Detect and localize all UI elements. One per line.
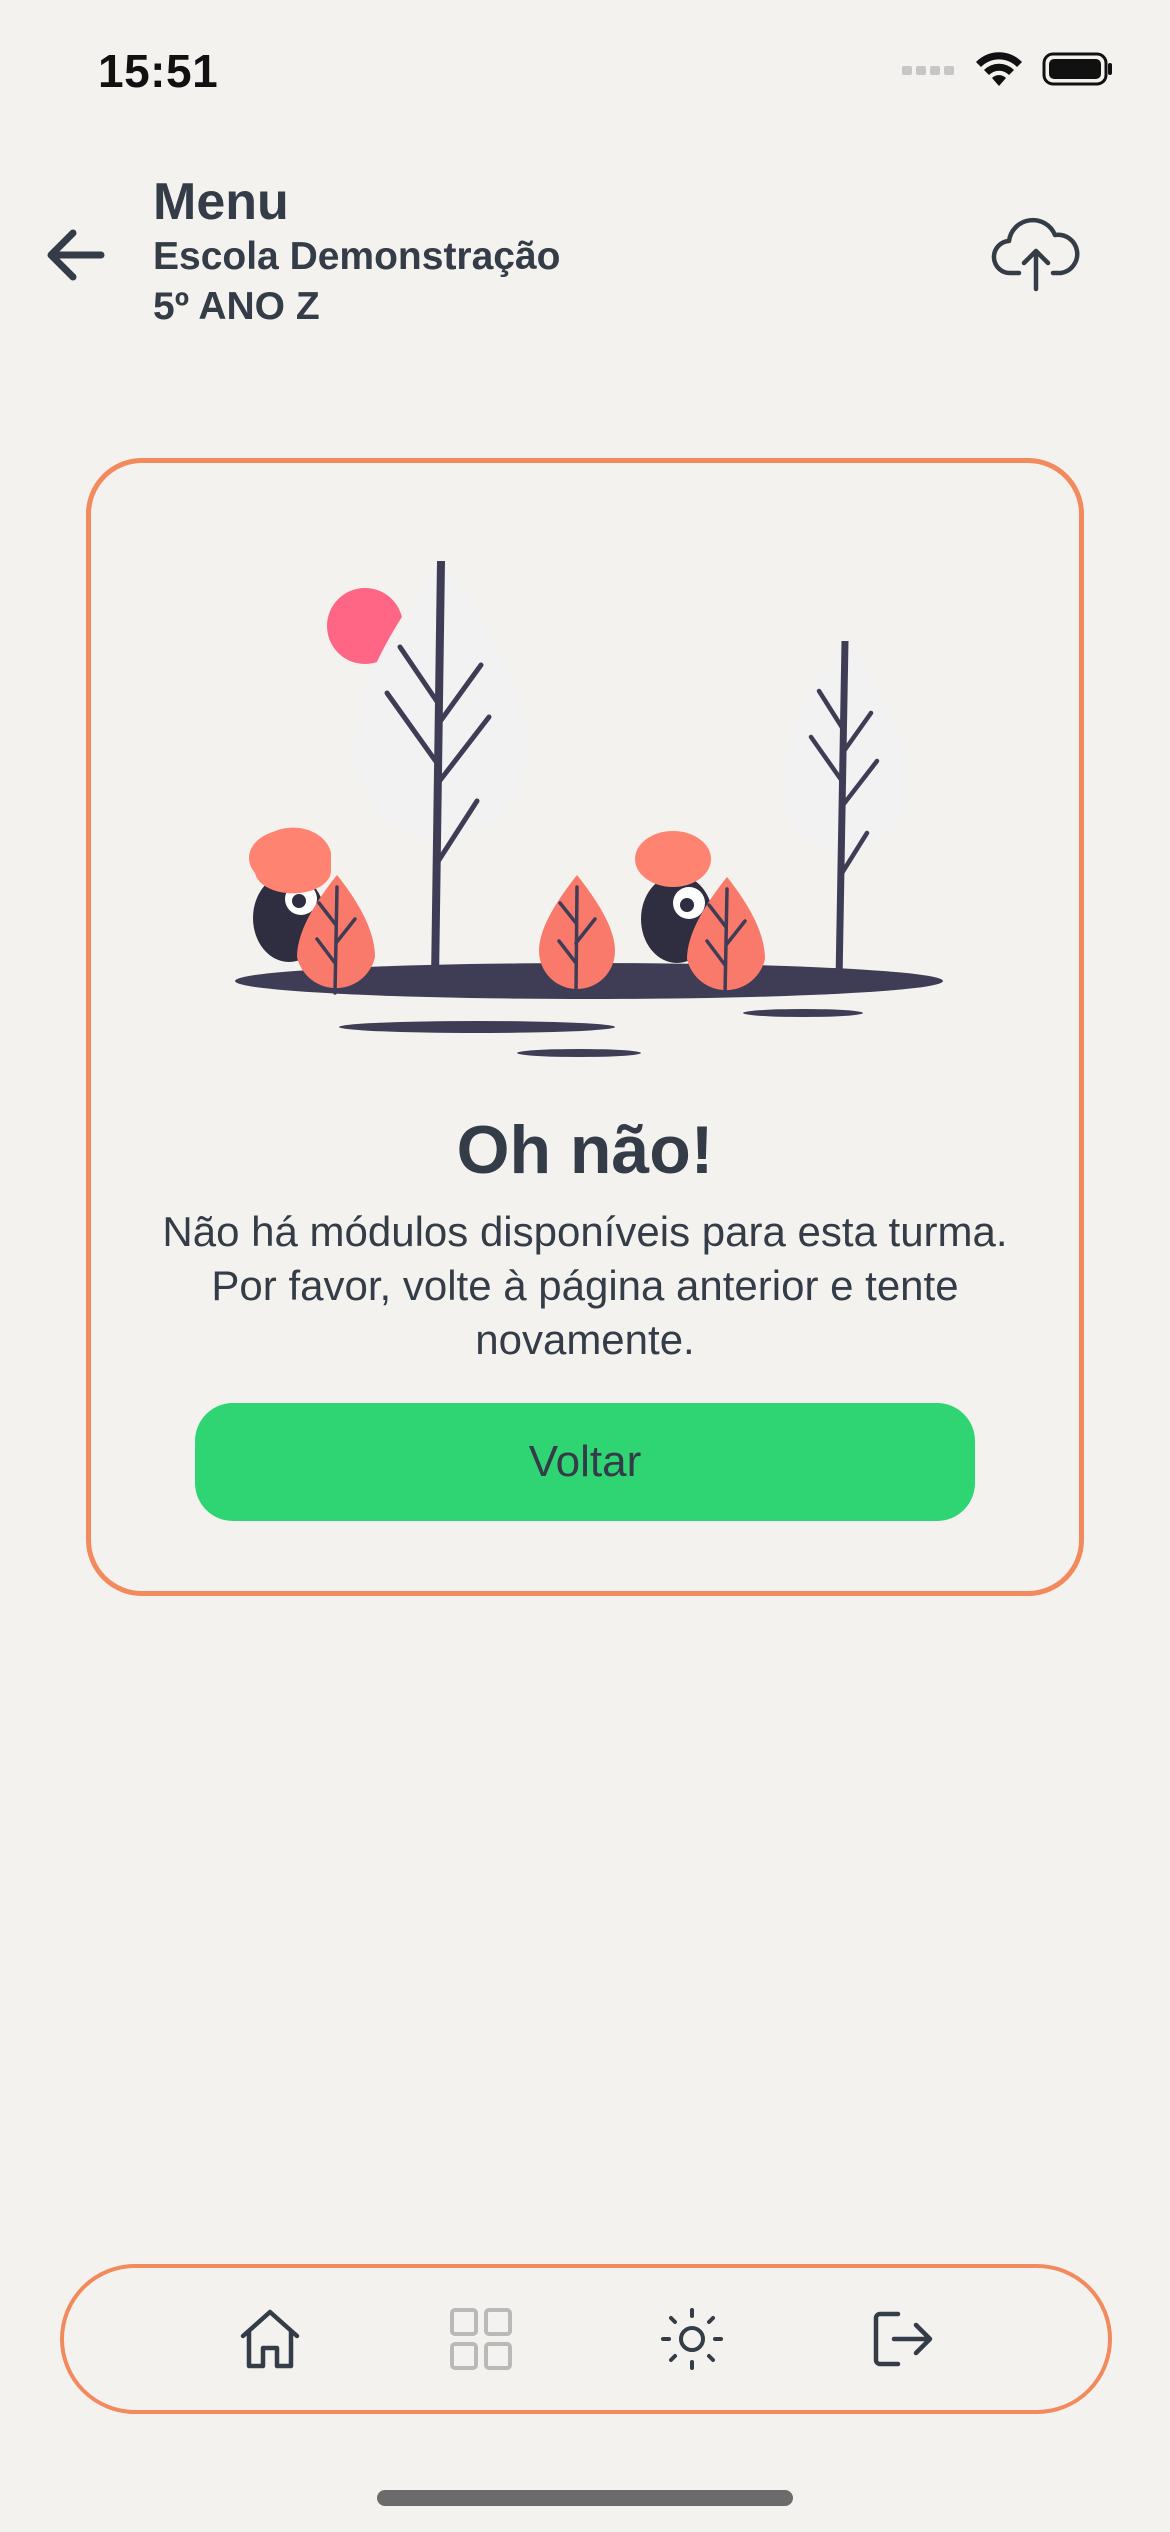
- bottom-nav: [60, 2264, 1112, 2414]
- sun-icon: [660, 2308, 723, 2370]
- back-action-button[interactable]: Voltar: [195, 1403, 975, 1521]
- wifi-icon: [976, 52, 1022, 86]
- arrow-left-icon: [47, 229, 105, 281]
- school-name: Escola Demonstração: [153, 235, 561, 278]
- grid-icon: [449, 2308, 512, 2370]
- home-icon: [240, 2309, 299, 2369]
- cellular-signal-icon: [902, 66, 954, 75]
- class-name: 5º ANO Z: [153, 285, 320, 328]
- page-title: Menu: [153, 173, 289, 231]
- status-icons: [902, 50, 1114, 88]
- cloud-upload-icon: [991, 217, 1080, 292]
- trees-illustration: [235, 560, 943, 1057]
- nav-home[interactable]: [225, 2294, 315, 2384]
- empty-state-card: Oh não! Não há módulos disponíveis para …: [86, 458, 1084, 1596]
- app-screen: 15:51 Menu Escola Demonstração 5º ANO Z: [0, 0, 1170, 2532]
- status-time: 15:51: [98, 45, 219, 97]
- nav-modules[interactable]: [436, 2294, 526, 2384]
- back-button[interactable]: [38, 218, 112, 292]
- nav-theme[interactable]: [647, 2294, 737, 2384]
- empty-state-message: Não há módulos disponíveis para esta tur…: [162, 1208, 1008, 1363]
- upload-button[interactable]: [988, 212, 1084, 298]
- home-indicator[interactable]: [377, 2490, 793, 2506]
- empty-state-title: Oh não!: [456, 1112, 714, 1188]
- header-text: Menu Escola Demonstração 5º ANO Z: [153, 172, 561, 332]
- nav-logout[interactable]: [858, 2294, 948, 2384]
- battery-icon: [1042, 52, 1112, 86]
- logout-icon: [873, 2311, 932, 2367]
